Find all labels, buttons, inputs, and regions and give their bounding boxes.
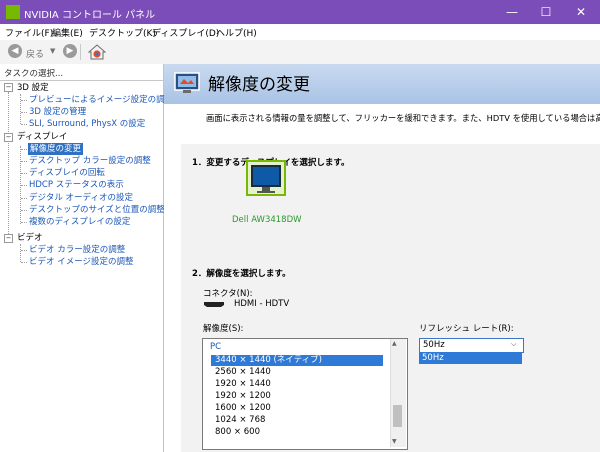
connector-value: HDMI - HDTV — [234, 299, 290, 309]
back-arrow-icon: ◀ — [11, 46, 19, 56]
menu-edit[interactable]: 編集(E) — [52, 26, 83, 39]
refresh-rate-value: 50Hz — [423, 340, 445, 350]
tree-item-desktop-size-position[interactable]: デスクトップのサイズと位置の調整 — [29, 204, 165, 216]
tree-item-digital-audio[interactable]: デジタル オーディオの設定 — [29, 192, 133, 204]
refresh-rate-dropdown[interactable]: 50Hz ⌵ — [419, 338, 524, 353]
divider — [0, 80, 163, 81]
resolution-option[interactable]: 1600 × 1200 — [215, 403, 271, 414]
tree-item-sli-surround-physx[interactable]: SLI, Surround, PhysX の設定 — [29, 118, 145, 130]
minimize-button[interactable]: — — [496, 3, 528, 21]
tree-item-hdcp-status[interactable]: HDCP ステータスの表示 — [29, 179, 124, 191]
display-monitor-icon — [246, 160, 286, 196]
expander-display-icon[interactable]: − — [4, 133, 13, 142]
scroll-up-icon[interactable]: ▲ — [392, 340, 397, 347]
window-title: NVIDIA コントロール パネル — [24, 10, 156, 21]
toolbar: ◀ 戻る ▼ ▶ — [0, 40, 600, 65]
back-button[interactable]: ◀ — [8, 44, 22, 58]
close-button[interactable]: ✕ — [565, 3, 597, 21]
chevron-down-icon: ⌵ — [511, 340, 517, 348]
tree-item-3d-manage[interactable]: 3D 設定の管理 — [29, 106, 86, 118]
tree-item-desktop-color[interactable]: デスクトップ カラー設定の調整 — [29, 155, 151, 167]
content-pane: 解像度の変更 画面に表示される情報の量を調整して、フリッカーを緩和できます。また… — [164, 64, 600, 452]
resolution-option[interactable]: 1920 × 1200 — [215, 391, 271, 402]
tree-item-change-resolution[interactable]: 解像度の変更 — [28, 143, 84, 155]
menu-display[interactable]: ディスプレイ(D) — [152, 26, 219, 39]
hdmi-connector-icon — [204, 302, 224, 307]
refresh-rate-option[interactable]: 50Hz — [419, 352, 522, 364]
nvidia-logo-icon — [6, 5, 20, 19]
tree-item-rotate-display[interactable]: ディスプレイの回転 — [29, 167, 105, 179]
display-selector[interactable] — [246, 160, 286, 196]
tree-item-video-image[interactable]: ビデオ イメージ設定の調整 — [29, 256, 134, 268]
home-icon — [87, 44, 107, 60]
scroll-down-icon[interactable]: ▼ — [392, 438, 397, 445]
resolution-page-icon — [174, 72, 200, 93]
tree-item-preview-image[interactable]: プレビューによるイメージ設定の調整 — [29, 94, 173, 106]
connector-label: コネクタ(N): — [203, 289, 253, 299]
step2-heading: 2．解像度を選択します。 — [192, 269, 291, 279]
resolution-option[interactable]: 1024 × 768 — [215, 415, 265, 426]
page-banner: 解像度の変更 — [164, 64, 600, 104]
menu-bar: ファイル(F) 編集(E) デスクトップ(K) ディスプレイ(D) ヘルプ(H) — [0, 24, 600, 41]
refresh-rate-label: リフレッシュ レート(R): — [419, 324, 514, 334]
resolution-scrollbar[interactable] — [390, 339, 406, 447]
resolution-list[interactable]: PC 3440 × 1440 (ネイティブ) 2560 × 1440 1920 … — [202, 338, 408, 450]
forward-button[interactable]: ▶ — [63, 44, 77, 58]
page-description: 画面に表示される情報の量を調整して、フリッカーを緩和できます。また、HDTV を… — [206, 113, 600, 123]
back-label[interactable]: 戻る — [26, 47, 44, 60]
resolution-label: 解像度(S): — [203, 324, 244, 334]
expander-video-icon[interactable]: − — [4, 234, 13, 243]
task-tree-panel: タスクの選択... − 3D 設定 プレビューによるイメージ設定の調整 3D 設… — [0, 64, 173, 452]
menu-file[interactable]: ファイル(F) — [5, 26, 53, 39]
resolution-option[interactable]: 800 × 600 — [215, 427, 260, 438]
resolution-option[interactable]: 2560 × 1440 — [215, 367, 271, 378]
forward-arrow-icon: ▶ — [66, 46, 74, 56]
tree-item-multiple-displays[interactable]: 複数のディスプレイの設定 — [29, 216, 130, 228]
home-button[interactable] — [87, 43, 107, 61]
resolution-option[interactable]: 1920 × 1440 — [215, 379, 271, 390]
page-title: 解像度の変更 — [208, 75, 310, 95]
menu-help[interactable]: ヘルプ(H) — [216, 26, 257, 39]
expander-3d-icon[interactable]: − — [4, 83, 13, 92]
tree-category-video[interactable]: ビデオ — [17, 232, 43, 244]
display-name[interactable]: Dell AW3418DW — [232, 215, 302, 225]
menu-desktop[interactable]: デスクトップ(K) — [89, 26, 156, 39]
resolution-option-selected[interactable]: 3440 × 1440 (ネイティブ) — [211, 355, 383, 366]
maximize-button[interactable]: ☐ — [530, 3, 562, 21]
tree-item-video-color[interactable]: ビデオ カラー設定の調整 — [29, 244, 125, 256]
title-bar: NVIDIA コントロール パネル — ☐ ✕ — [0, 0, 600, 24]
task-tree-header: タスクの選択... — [4, 69, 64, 79]
tree-category-display[interactable]: ディスプレイ — [17, 131, 67, 143]
tree-category-3d[interactable]: 3D 設定 — [17, 82, 49, 94]
chevron-down-icon[interactable]: ▼ — [50, 47, 55, 55]
scrollbar-thumb[interactable] — [393, 405, 402, 427]
refresh-rate-option-label: 50Hz — [422, 353, 444, 363]
toolbar-separator — [80, 44, 81, 60]
resolution-group-pc: PC — [210, 342, 222, 352]
